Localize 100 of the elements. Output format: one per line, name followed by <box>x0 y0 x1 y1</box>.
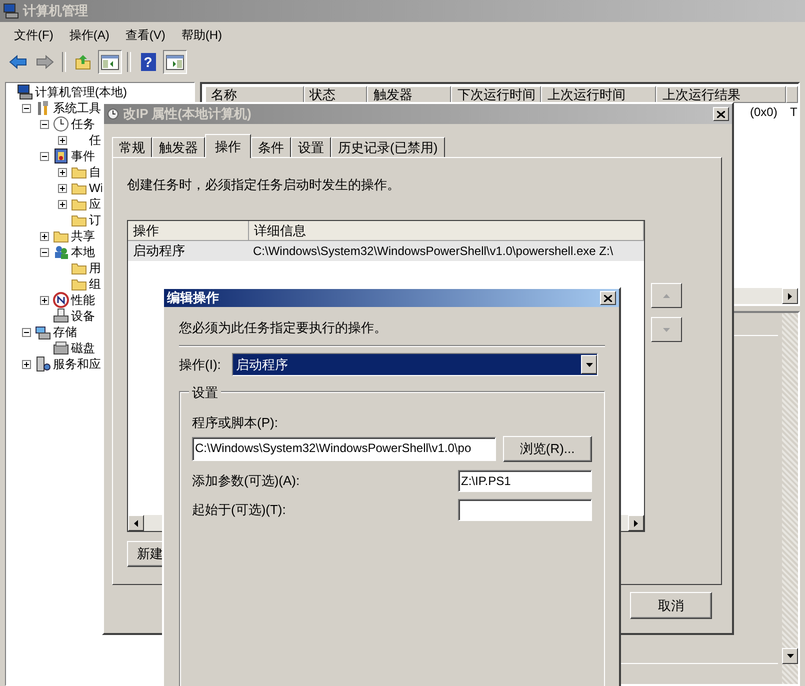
tab[interactable]: 历史记录(已禁用) <box>331 137 445 157</box>
tree-item[interactable]: 服务和应 <box>53 356 101 372</box>
tree-item[interactable]: 设备 <box>71 308 95 324</box>
field-label: 起始于(可选)(T): <box>192 501 286 519</box>
gauge-icon <box>53 292 69 308</box>
column-header[interactable]: 名称 <box>205 86 304 103</box>
tree-toggle[interactable] <box>40 120 49 128</box>
column-header[interactable]: 详细信息 <box>249 221 644 241</box>
computer-icon <box>17 84 33 100</box>
tree-item[interactable]: 组 <box>89 276 101 292</box>
tree-toggle[interactable] <box>22 328 31 336</box>
column-header[interactable]: 操作 <box>128 221 249 241</box>
tree-item[interactable]: 任 <box>89 132 101 148</box>
book-icon <box>53 148 69 164</box>
browse-button[interactable]: 浏览(R)... <box>502 436 592 462</box>
field-label: 添加参数(可选)(A): <box>192 472 300 490</box>
tree-toggle[interactable] <box>58 200 67 208</box>
tab[interactable]: 常规 <box>112 137 152 157</box>
tab[interactable]: 操作 <box>205 134 251 158</box>
pane-icon <box>166 54 184 70</box>
tree-item[interactable]: 存储 <box>53 324 77 340</box>
tree-item[interactable]: Wi <box>89 181 103 195</box>
tree-item[interactable]: 应 <box>89 196 101 212</box>
tab[interactable]: 触发器 <box>152 137 205 157</box>
field-label: 操作(I): <box>179 356 222 374</box>
description-text: 您必须为此任务指定要执行的操作。 <box>179 319 388 335</box>
table-cell-text: 启动程序 <box>132 242 186 260</box>
close-icon <box>717 110 725 118</box>
triangle-right-icon <box>788 292 792 300</box>
server-icon <box>35 356 51 372</box>
tree-item[interactable]: 共享 <box>71 228 95 244</box>
triangle-right-icon <box>634 520 638 526</box>
pane-icon <box>101 54 119 70</box>
table-cell-text: C:\Windows\System32\WindowsPowerShell\v1.0\powershell.exe Z:\ <box>252 244 614 258</box>
tree-item[interactable]: 系统工具 <box>53 100 101 116</box>
tree-toggle[interactable] <box>40 152 49 160</box>
menu-item[interactable]: 查看(V) <box>117 26 174 44</box>
tree-item[interactable]: 性能 <box>71 292 95 308</box>
input-field[interactable] <box>458 499 592 521</box>
description-text: 创建任务时，必须指定任务启动时发生的操作。 <box>127 176 401 192</box>
action-dropdown[interactable]: 启动程序 <box>232 353 598 376</box>
column-header[interactable]: 状态 <box>304 86 368 103</box>
input-field[interactable]: C:\Windows\System32\WindowsPowerShell\v1.0\po <box>192 437 496 461</box>
tree-toggle[interactable] <box>40 248 49 256</box>
column-header[interactable]: 下次运行时间 <box>451 86 542 103</box>
forward-arrow-icon <box>36 55 54 69</box>
computer-icon <box>3 3 19 19</box>
triangle-left-icon <box>134 520 138 526</box>
tools-icon <box>35 100 51 116</box>
tree-item[interactable]: 事件 <box>71 148 95 164</box>
tree-toggle[interactable] <box>22 360 31 368</box>
window-title: 改IP 属性(本地计算机) <box>123 105 252 123</box>
tree-item[interactable]: 用 <box>89 260 101 276</box>
column-header[interactable]: 上次运行结果 <box>656 86 786 103</box>
menu-item[interactable]: 文件(F) <box>6 26 62 44</box>
tree-toggle[interactable] <box>22 104 31 112</box>
tab[interactable]: 设置 <box>291 137 331 157</box>
tree-toggle[interactable] <box>58 184 67 192</box>
tree-item[interactable]: 磁盘 <box>71 340 95 356</box>
users-icon <box>53 244 69 260</box>
table-cell: T <box>790 105 798 119</box>
table-cell: (0x0) <box>750 105 778 119</box>
caret-down-icon <box>586 362 592 366</box>
tree-toggle[interactable] <box>58 168 67 176</box>
vertical-scrollbar[interactable] <box>782 313 798 684</box>
menu-item[interactable]: 帮助(H) <box>173 26 230 44</box>
column-header[interactable]: 上次运行时间 <box>541 86 656 103</box>
table-row[interactable]: 启动程序 C:\Windows\System32\WindowsPowerShell\v1.0\powershell.exe Z:\ <box>128 241 644 261</box>
tree-item[interactable]: 订 <box>89 212 101 228</box>
caret-down-icon <box>663 328 670 332</box>
toolbar-button[interactable] <box>98 50 122 74</box>
window-title: 计算机管理 <box>23 2 88 20</box>
printer-icon <box>53 308 69 324</box>
clock-icon <box>53 116 69 132</box>
tree-toggle[interactable] <box>40 296 49 304</box>
dropdown-button[interactable] <box>581 355 597 374</box>
move-down-button[interactable] <box>651 317 682 342</box>
tree-toggle[interactable] <box>58 136 67 144</box>
column-header[interactable]: 触发器 <box>367 86 452 103</box>
move-up-button[interactable] <box>651 283 682 308</box>
tree-item[interactable]: 自 <box>89 164 101 180</box>
tab[interactable]: 条件 <box>251 137 291 157</box>
cancel-button[interactable]: 取消 <box>630 592 712 619</box>
storage-icon <box>35 324 51 340</box>
tree-item[interactable]: 本地 <box>71 244 95 260</box>
tree-item[interactable]: 计算机管理(本地) <box>35 84 127 100</box>
caret-up-icon <box>663 294 670 298</box>
folder-up-icon <box>75 54 91 70</box>
toolbar-button[interactable] <box>163 50 187 74</box>
help-button[interactable]: ? <box>136 50 160 74</box>
tree-item[interactable]: 任务 <box>71 116 95 132</box>
disk-icon <box>53 340 69 356</box>
close-button[interactable] <box>600 291 616 305</box>
back-arrow-icon <box>9 55 27 69</box>
clock-icon <box>107 108 119 120</box>
column-header[interactable] <box>786 86 798 103</box>
tree-toggle[interactable] <box>40 232 49 240</box>
window-title: 编辑操作 <box>167 289 219 307</box>
input-field[interactable]: Z:\IP.PS1 <box>458 470 592 492</box>
menu-item[interactable]: 操作(A) <box>61 26 118 44</box>
